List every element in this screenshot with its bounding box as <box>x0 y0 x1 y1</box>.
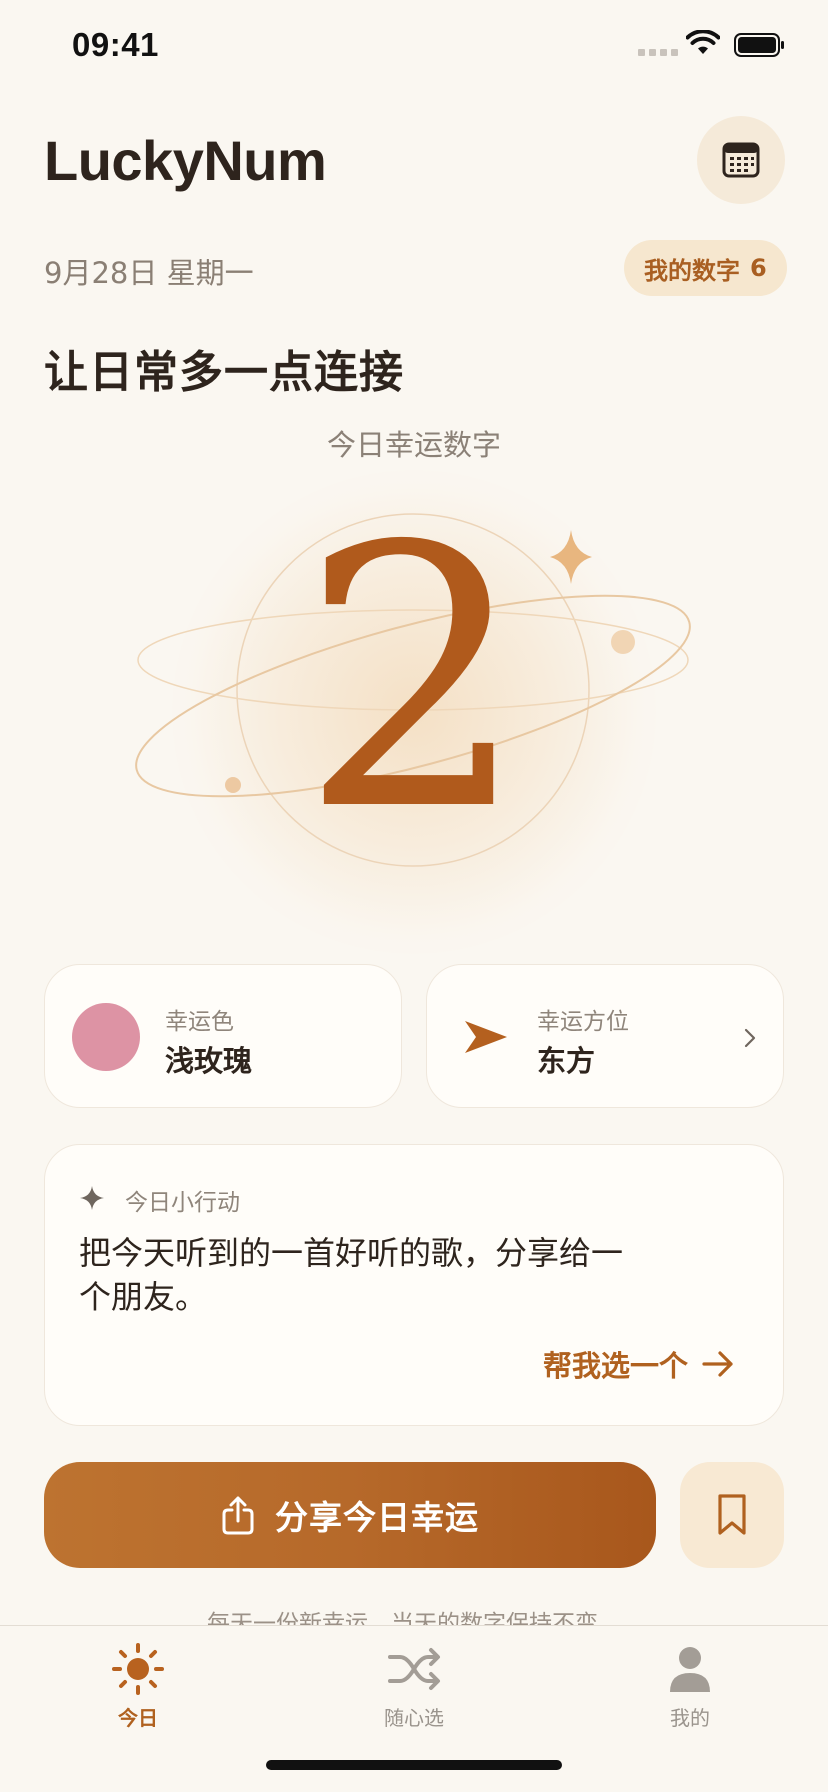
daily-action-label: 今日小行动 <box>125 1190 240 1216</box>
sparkle-icon <box>80 1186 104 1210</box>
tab-mine-label: 我的 <box>670 1706 710 1730</box>
slogan: 让日常多一点连接 <box>44 347 404 398</box>
person-icon <box>670 1647 710 1692</box>
signal-icon <box>638 49 678 56</box>
lucky-direction-card[interactable]: 幸运方位 东方 <box>426 964 784 1108</box>
home-indicator <box>266 1760 562 1770</box>
lucky-color-card: 幸运色 浅玫瑰 <box>44 964 402 1108</box>
sun-icon <box>112 1643 164 1695</box>
lucky-number-label: 今日幸运数字 <box>326 428 501 462</box>
calendar-icon <box>722 142 760 178</box>
arrow-right-icon <box>702 1351 733 1377</box>
shuffle-icon <box>388 1648 440 1690</box>
status-time: 09:41 <box>72 26 159 63</box>
my-number-label: 我的数字 <box>644 256 740 285</box>
tab-today[interactable]: 今日 <box>78 1642 198 1731</box>
lucky-color-value: 浅玫瑰 <box>165 1044 253 1078</box>
direction-arrow-icon <box>465 1021 507 1053</box>
my-number-badge[interactable]: 我的数字 6 <box>624 240 787 296</box>
share-icon <box>222 1496 254 1535</box>
tab-random[interactable]: 随心选 <box>354 1642 474 1731</box>
lucky-direction-label: 幸运方位 <box>537 1009 629 1035</box>
my-number-value: 6 <box>750 254 767 282</box>
bookmark-icon <box>718 1494 746 1535</box>
pick-one-label: 帮我选一个 <box>543 1349 689 1383</box>
share-label: 分享今日幸运 <box>275 1498 479 1537</box>
wifi-icon <box>686 30 720 54</box>
chevron-right-icon <box>744 1028 756 1048</box>
date-label: 9月28日 星期一 <box>44 256 254 290</box>
lucky-color-label: 幸运色 <box>165 1009 234 1035</box>
tab-mine[interactable]: 我的 <box>630 1642 750 1731</box>
calendar-button[interactable] <box>697 116 785 204</box>
tab-today-label: 今日 <box>118 1706 158 1730</box>
share-button[interactable]: 分享今日幸运 <box>44 1462 656 1568</box>
daily-action-text: 把今天听到的一首好听的歌，分享给一个朋友。 <box>79 1234 624 1316</box>
bookmark-button[interactable] <box>680 1462 784 1568</box>
color-swatch <box>72 1003 140 1071</box>
daily-action-card: 今日小行动 把今天听到的一首好听的歌，分享给一个朋友。 帮我选一个 <box>44 1144 784 1426</box>
pick-one-button[interactable]: 帮我选一个 <box>543 1343 734 1385</box>
battery-icon <box>734 33 784 57</box>
app-title: LuckyNum <box>44 129 327 192</box>
lucky-number: 2 <box>299 470 529 889</box>
lucky-direction-value: 东方 <box>537 1044 596 1078</box>
tab-random-label: 随心选 <box>384 1706 444 1730</box>
